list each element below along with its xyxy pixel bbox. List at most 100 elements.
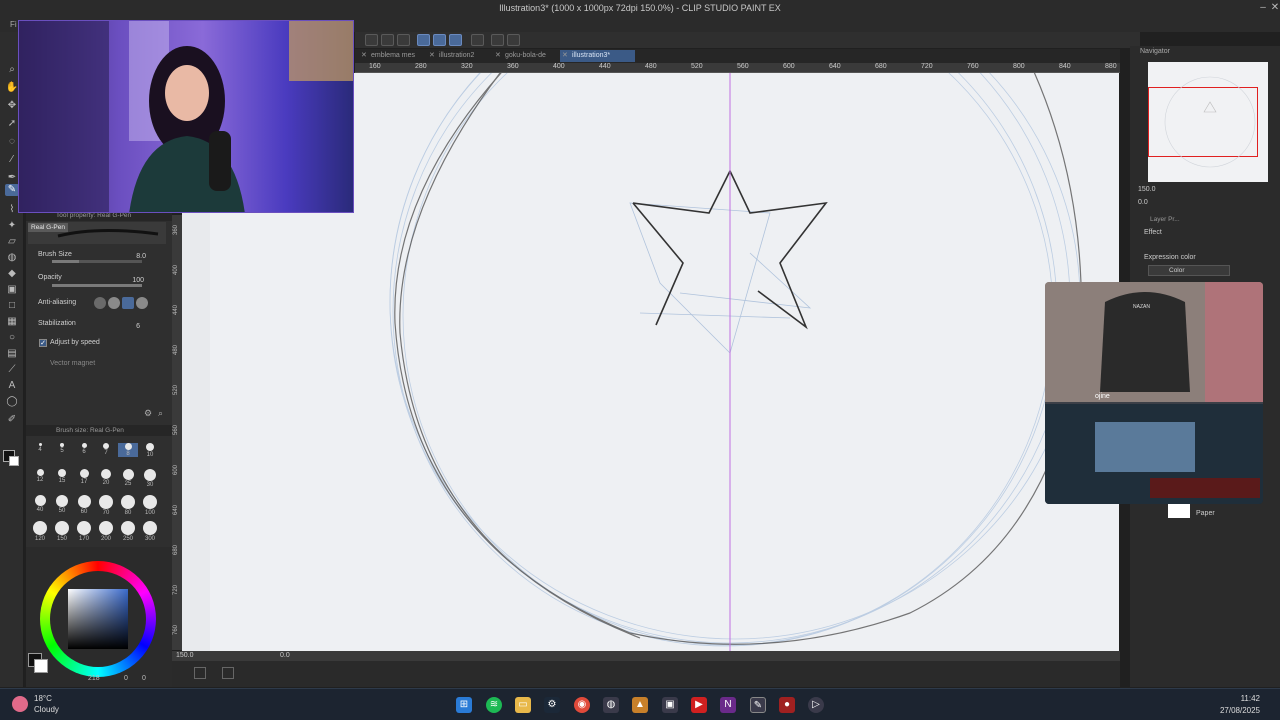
aa-none-button[interactable] xyxy=(94,297,106,309)
clock-date[interactable]: 27/08/2025 xyxy=(1220,706,1260,715)
brush-size-option[interactable]: 200 xyxy=(96,521,116,542)
snap-ruler-icon[interactable] xyxy=(417,34,430,46)
tab-goku[interactable]: ✕ goku-bola-de xyxy=(493,50,550,62)
aa-medium-button[interactable] xyxy=(122,297,134,309)
layout-icon[interactable] xyxy=(194,667,206,679)
settings-icon[interactable] xyxy=(491,34,504,46)
figure-icon[interactable]: □ xyxy=(5,300,19,312)
grid-icon[interactable] xyxy=(222,667,234,679)
tab-illustration3[interactable]: ✕ illustration3* xyxy=(560,50,635,62)
brush-size-option[interactable]: 25 xyxy=(118,469,138,487)
zoom-value[interactable]: 150.0 xyxy=(176,652,194,659)
undo-icon[interactable] xyxy=(507,34,520,46)
pencil-icon[interactable]: ✎ xyxy=(5,184,19,196)
gradient-icon[interactable]: ▣ xyxy=(5,284,19,296)
brush-size-option[interactable]: 300 xyxy=(140,521,160,542)
youtube-icon[interactable]: ▶ xyxy=(691,697,707,713)
close-icon[interactable]: ✕ xyxy=(1268,2,1280,14)
panel-icon[interactable]: ▤ xyxy=(5,348,19,360)
navigator-zoom[interactable]: 150.0 xyxy=(1138,186,1156,193)
brush-size-option[interactable]: 120 xyxy=(30,521,50,542)
fill-icon[interactable]: ◆ xyxy=(5,268,19,280)
file-explorer-icon[interactable]: ▭ xyxy=(515,697,531,713)
move-icon[interactable]: ✥ xyxy=(5,100,19,112)
weather-icon[interactable] xyxy=(12,696,28,712)
brush-size-option[interactable]: 8 xyxy=(118,443,138,457)
windows-start-icon[interactable]: ⊞ xyxy=(456,697,472,713)
close-icon[interactable]: ✕ xyxy=(429,50,435,62)
eraser-icon[interactable]: ▱ xyxy=(5,236,19,248)
opacity-slider[interactable] xyxy=(52,284,142,287)
brush-size-option[interactable]: 20 xyxy=(96,469,116,486)
brush-size-option[interactable]: 4 xyxy=(30,443,50,453)
close-icon[interactable]: ✕ xyxy=(361,50,367,62)
brush-size-option[interactable]: 100 xyxy=(140,495,160,516)
chrome-icon[interactable]: ◉ xyxy=(574,697,590,713)
wrench-icon[interactable]: ⚙ xyxy=(144,408,152,419)
hand-icon[interactable]: ✋ xyxy=(5,82,19,94)
snap-grid-icon[interactable] xyxy=(449,34,462,46)
blend-icon[interactable]: ◍ xyxy=(5,252,19,264)
document-icon[interactable] xyxy=(471,34,484,46)
navigator-preview[interactable] xyxy=(1148,62,1268,182)
expression-color-select[interactable]: Color xyxy=(1148,265,1230,276)
brush-size-option[interactable]: 30 xyxy=(140,469,160,488)
clip-studio-icon[interactable]: ✎ xyxy=(750,697,766,713)
aa-strong-button[interactable] xyxy=(136,297,148,309)
cmd-icon[interactable] xyxy=(397,34,410,46)
close-icon[interactable]: ✕ xyxy=(562,50,568,62)
text-icon[interactable]: A xyxy=(5,380,19,392)
steam-icon[interactable]: ⚙ xyxy=(544,697,560,713)
spotify-icon[interactable]: ≋ xyxy=(486,697,502,713)
lasso-icon[interactable]: ◌ xyxy=(5,136,19,148)
brush-size-option[interactable]: 17 xyxy=(74,469,94,485)
brush-size-value[interactable]: 8.0 xyxy=(126,253,146,260)
brush-icon[interactable]: ⌇ xyxy=(5,204,19,216)
sub-color-swatch[interactable] xyxy=(9,456,19,466)
cmd-icon[interactable] xyxy=(381,34,394,46)
brush-size-option[interactable]: 170 xyxy=(74,521,94,542)
brush-size-option[interactable]: 6 xyxy=(74,443,94,455)
brave-icon[interactable]: ▲ xyxy=(632,697,648,713)
brush-size-option[interactable]: 80 xyxy=(118,495,138,516)
angle-value[interactable]: 0.0 xyxy=(280,652,290,659)
frame-icon[interactable]: ▦ xyxy=(5,316,19,328)
clock-time[interactable]: 11:42 xyxy=(1241,694,1260,703)
close-icon[interactable]: ✕ xyxy=(495,50,501,62)
aa-weak-button[interactable] xyxy=(108,297,120,309)
brush-size-option[interactable]: 5 xyxy=(52,443,72,454)
brush-size-option[interactable]: 60 xyxy=(74,495,94,515)
airbrush-icon[interactable]: ✦ xyxy=(5,220,19,232)
zoom-icon[interactable]: ⌕ xyxy=(5,64,19,76)
app-icon[interactable]: ◍ xyxy=(603,697,619,713)
menu-file[interactable]: Fi xyxy=(10,20,17,29)
correct-line-icon[interactable]: ✐ xyxy=(5,414,19,426)
opacity-value[interactable]: 100 xyxy=(122,277,144,284)
ruler-icon[interactable]: ⟋ xyxy=(5,364,19,376)
brush-size-option[interactable]: 15 xyxy=(52,469,72,484)
brush-size-option[interactable]: 40 xyxy=(30,495,50,513)
operation-icon[interactable]: ➚ xyxy=(5,118,19,130)
weather-temperature[interactable]: 18°C xyxy=(34,694,52,703)
brush-size-option[interactable]: 250 xyxy=(118,521,138,542)
recorder-icon[interactable]: ● xyxy=(779,697,795,713)
brush-size-slider[interactable] xyxy=(52,260,142,263)
brush-size-option[interactable]: 12 xyxy=(30,469,50,483)
media-player-icon[interactable]: ▷ xyxy=(808,697,824,713)
pen-icon[interactable]: ✒ xyxy=(5,172,19,184)
navigator-angle[interactable]: 0.0 xyxy=(1138,199,1148,206)
eyedropper-icon[interactable]: ⁄ xyxy=(5,154,19,166)
balloon-icon[interactable]: ◯ xyxy=(5,396,19,408)
color-square[interactable] xyxy=(68,589,128,649)
layer-property-tab[interactable]: Layer Pr... xyxy=(1150,216,1180,223)
search-icon[interactable]: ⌕ xyxy=(158,408,163,419)
cmd-icon[interactable] xyxy=(365,34,378,46)
brush-size-option[interactable]: 50 xyxy=(52,495,72,514)
store-icon[interactable]: ▣ xyxy=(662,697,678,713)
next-app-icon[interactable]: N xyxy=(720,697,736,713)
tab-emblema[interactable]: ✕ emblema mes xyxy=(359,50,419,62)
tab-illustration2[interactable]: ✕ illustration2 xyxy=(427,50,478,62)
sub-color[interactable] xyxy=(34,659,48,673)
stabilization-value[interactable]: 6 xyxy=(126,323,140,330)
adjust-speed-checkbox[interactable]: ✓ xyxy=(39,339,47,347)
